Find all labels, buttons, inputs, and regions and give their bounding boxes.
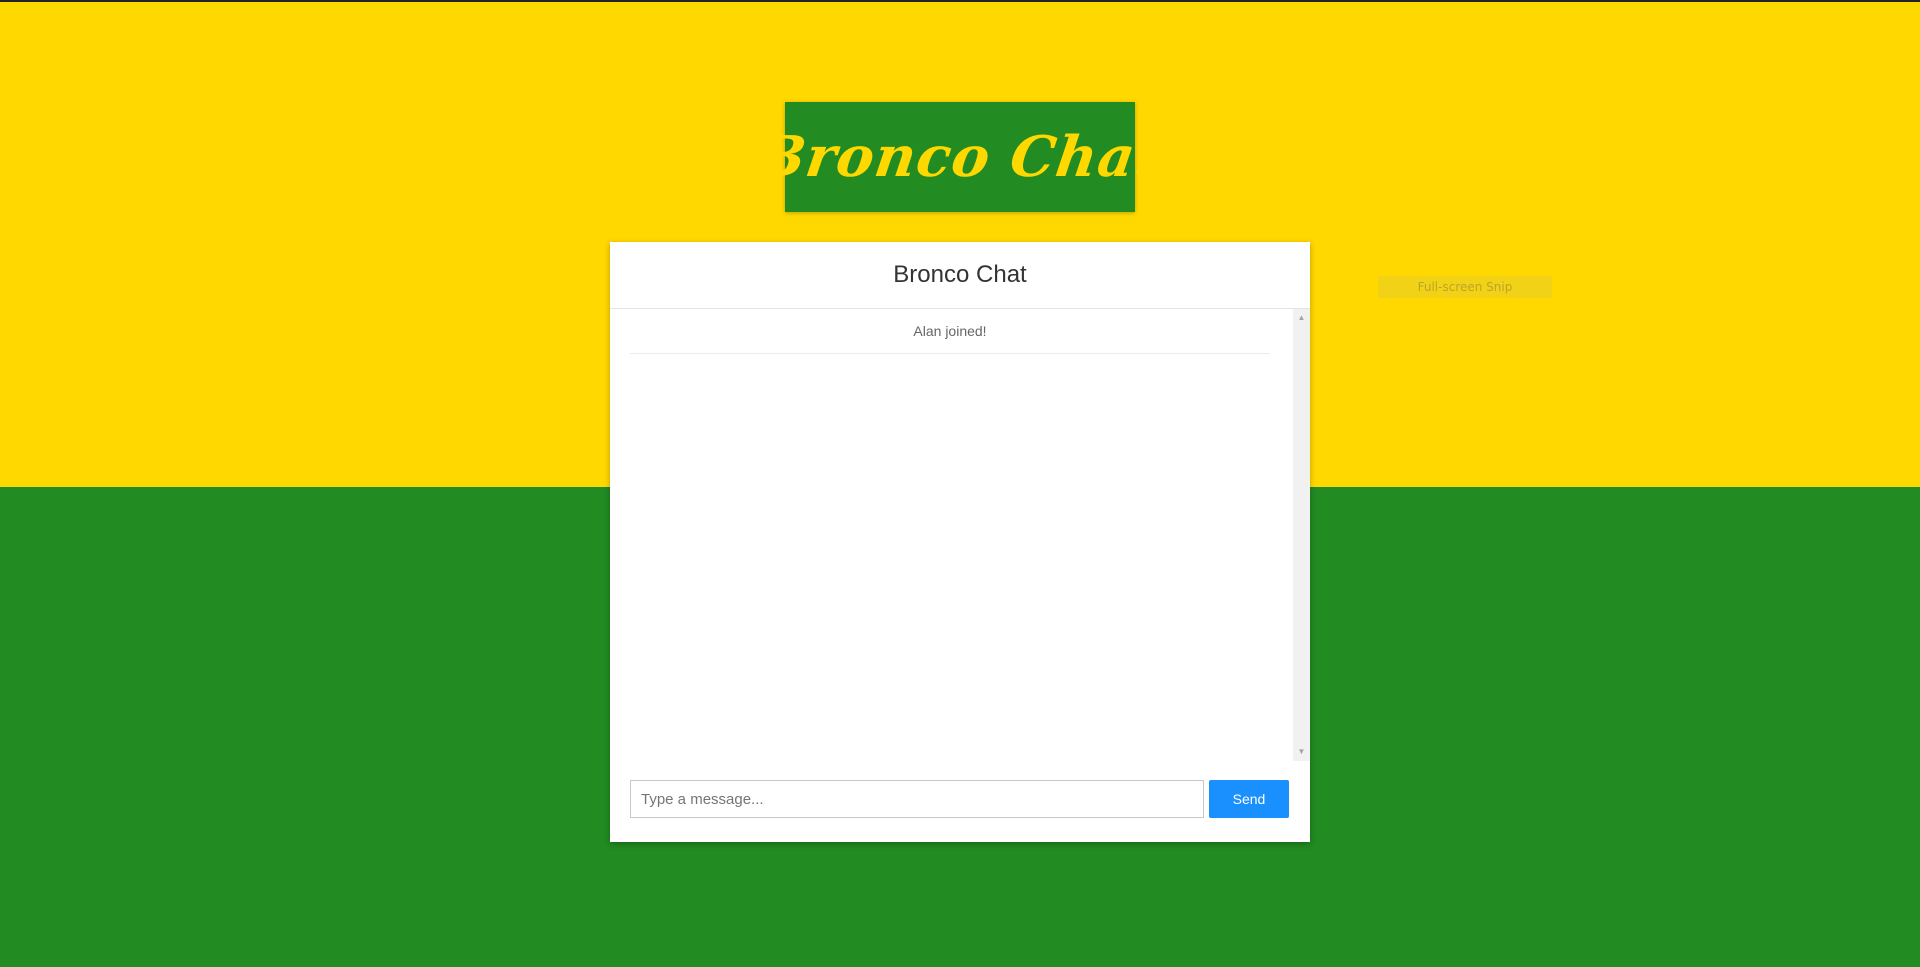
logo-banner: Bronco Chat: [753, 102, 1167, 212]
message-composer: Send: [630, 780, 1290, 818]
chat-header: Bronco Chat: [610, 242, 1310, 309]
send-button[interactable]: Send: [1209, 780, 1289, 818]
message-input[interactable]: [630, 780, 1204, 818]
messages-list: Alan joined!: [630, 309, 1293, 761]
scroll-down-arrow-icon[interactable]: ▼: [1293, 745, 1310, 759]
message-text: Alan joined!: [913, 323, 987, 339]
full-screen-snip-overlay[interactable]: Full-screen Snip: [1378, 276, 1552, 298]
chat-title: Bronco Chat: [893, 261, 1027, 288]
messages-area: Alan joined! ▲ ▼: [610, 309, 1310, 761]
messages-scrollbar[interactable]: ▲ ▼: [1293, 309, 1310, 761]
system-message: Alan joined!: [630, 309, 1270, 354]
scroll-up-arrow-icon[interactable]: ▲: [1293, 311, 1310, 325]
chat-window: Bronco Chat Alan joined! ▲ ▼ Send: [610, 242, 1310, 842]
logo-text: Bronco Chat: [753, 124, 1167, 190]
